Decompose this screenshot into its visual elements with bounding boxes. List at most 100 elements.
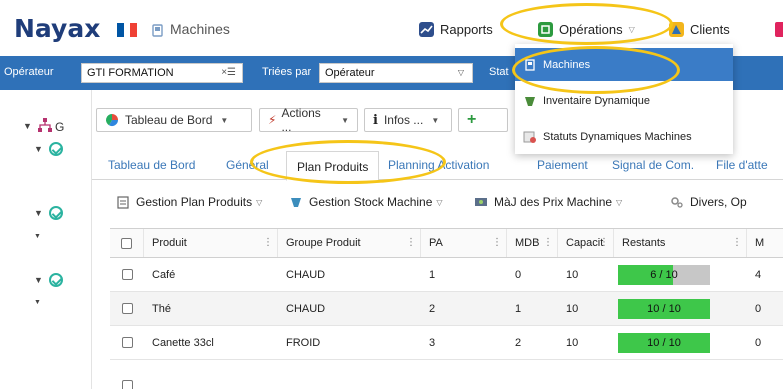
column-header-label: Groupe Produit bbox=[286, 237, 361, 249]
grid-header: Produit ⋮ Groupe Produit ⋮ PA ⋮ MDB ⋮ Capaci… bbox=[110, 229, 783, 258]
statut-label: Stat bbox=[489, 66, 509, 78]
machine-icon bbox=[152, 24, 163, 37]
tree-root-label[interactable]: G bbox=[55, 120, 64, 134]
table-row[interactable]: Thé CHAUD 2 1 10 10 / 10 0 bbox=[110, 292, 783, 326]
tab-paiement[interactable]: Paiement bbox=[537, 158, 588, 172]
gestion-stock-machine-label: Gestion Stock Machine bbox=[309, 195, 433, 209]
tree-node-check-icon[interactable] bbox=[49, 206, 63, 220]
tab-general[interactable]: Général bbox=[226, 158, 269, 172]
cell-m: 0 bbox=[755, 302, 762, 315]
column-menu-icon[interactable]: ⋮ bbox=[543, 237, 553, 248]
divers-menu[interactable]: Divers, Op bbox=[670, 195, 747, 209]
clear-filter-icon[interactable]: ×☰ bbox=[221, 67, 236, 78]
restants-bar: 10 / 10 bbox=[618, 333, 710, 353]
clipboard-icon bbox=[117, 196, 129, 209]
cell-produit: Canette 33cl bbox=[152, 336, 214, 349]
nav-operations[interactable]: Opérations ▽ bbox=[538, 18, 635, 40]
tab-plan-produits[interactable]: Plan Produits bbox=[286, 151, 380, 181]
table-row[interactable]: Café CHAUD 1 0 10 6 / 10 4 bbox=[110, 258, 783, 292]
column-header-pa[interactable]: PA ⋮ bbox=[421, 229, 507, 257]
cell-pa: 3 bbox=[429, 336, 436, 349]
chevron-down-icon: ▽ bbox=[436, 197, 443, 207]
stock-icon bbox=[291, 198, 301, 207]
nav-clients[interactable]: Clients bbox=[669, 18, 730, 40]
operateur-select[interactable]: GTI FORMATION ×☰ bbox=[81, 63, 243, 83]
column-menu-icon[interactable]: ⋮ bbox=[599, 237, 609, 248]
table-row[interactable] bbox=[110, 360, 783, 389]
column-header-m[interactable]: M bbox=[747, 229, 783, 257]
add-button[interactable]: + bbox=[458, 108, 508, 132]
tree-caret-icon[interactable]: ▼ bbox=[23, 121, 32, 131]
tree-caret-icon[interactable]: ▼ bbox=[34, 233, 41, 240]
menu-item-inventaire-dynamique[interactable]: Inventaire Dynamique bbox=[515, 84, 733, 117]
column-header-produit[interactable]: Produit ⋮ bbox=[144, 229, 278, 257]
row-checkbox[interactable] bbox=[121, 380, 133, 389]
restants-bar: 10 / 10 bbox=[618, 299, 710, 319]
triees-par-select[interactable]: Opérateur ▽ bbox=[319, 63, 473, 83]
triees-par-label: Triées par bbox=[262, 66, 312, 78]
maj-prix-machine-label: MàJ des Prix Machine bbox=[494, 195, 613, 209]
tab-file-attente[interactable]: File d'atte bbox=[716, 158, 768, 172]
column-header-capacite[interactable]: Capacit ⋮ bbox=[558, 229, 614, 257]
column-header-mdb[interactable]: MDB ⋮ bbox=[507, 229, 558, 257]
tableau-de-bord-label: Tableau de Bord bbox=[125, 113, 213, 127]
chevron-down-icon: ▽ bbox=[628, 24, 635, 34]
product-grid: Produit ⋮ Groupe Produit ⋮ PA ⋮ MDB ⋮ Capaci… bbox=[110, 228, 783, 389]
nav-overflow-icon[interactable] bbox=[775, 22, 783, 37]
gestion-stock-machine-menu[interactable]: Gestion Stock Machine ▽ bbox=[289, 195, 443, 209]
column-menu-icon[interactable]: ⋮ bbox=[732, 237, 742, 248]
cell-capacite: 10 bbox=[566, 302, 579, 315]
column-header-groupe-produit[interactable]: Groupe Produit ⋮ bbox=[278, 229, 421, 257]
nav-rapports[interactable]: Rapports bbox=[419, 18, 493, 40]
operations-dropdown-menu: Machines Inventaire Dynamique Statuts Dy… bbox=[515, 44, 733, 154]
chevron-down-icon: ▽ bbox=[616, 197, 623, 207]
chevron-down-icon: ▼ bbox=[431, 115, 440, 125]
menu-item-machines[interactable]: Machines bbox=[515, 48, 733, 81]
tree-caret-icon[interactable]: ▼ bbox=[34, 299, 41, 306]
gears-icon bbox=[671, 197, 683, 208]
column-menu-icon[interactable]: ⋮ bbox=[263, 237, 273, 248]
column-menu-icon[interactable]: ⋮ bbox=[406, 237, 416, 248]
price-update-icon bbox=[475, 198, 487, 206]
chevron-down-icon: ▼ bbox=[220, 115, 229, 125]
row-checkbox[interactable] bbox=[121, 269, 133, 280]
actions-label: Actions ... bbox=[281, 106, 321, 134]
row-select-cell bbox=[110, 326, 144, 359]
tableau-de-bord-button[interactable]: Tableau de Bord ▼ bbox=[96, 108, 252, 132]
row-select-cell bbox=[110, 258, 144, 291]
menu-item-label: Statuts Dynamiques Machines bbox=[543, 130, 692, 143]
maj-prix-machine-menu[interactable]: MàJ des Prix Machine ▽ bbox=[474, 195, 622, 209]
operateur-value: GTI FORMATION bbox=[87, 67, 174, 79]
tab-tableau-de-bord[interactable]: Tableau de Bord bbox=[108, 158, 195, 172]
lightning-icon: ⚡ bbox=[268, 113, 277, 127]
chevron-down-icon: ▼ bbox=[341, 115, 349, 125]
tree-node-check-icon[interactable] bbox=[49, 142, 63, 156]
menu-item-label: Inventaire Dynamique bbox=[543, 94, 651, 107]
tree-caret-icon[interactable]: ▼ bbox=[34, 275, 43, 285]
column-menu-icon[interactable]: ⋮ bbox=[492, 237, 502, 248]
table-row[interactable]: Canette 33cl FROID 3 2 10 10 / 10 0 bbox=[110, 326, 783, 360]
row-checkbox[interactable] bbox=[121, 303, 133, 314]
column-header-label: MDB bbox=[515, 237, 540, 249]
cell-groupe: FROID bbox=[286, 336, 321, 349]
status-icon bbox=[523, 131, 536, 143]
tab-planning-activation[interactable]: Planning Activation bbox=[388, 158, 489, 172]
actions-button[interactable]: ⚡ Actions ... ▼ bbox=[259, 106, 358, 134]
row-select-cell bbox=[110, 292, 144, 325]
nayax-logo[interactable]: Nayax bbox=[14, 14, 100, 43]
column-header-label: Capacit bbox=[566, 237, 604, 249]
tab-signal-de-com[interactable]: Signal de Com. bbox=[612, 158, 694, 172]
gestion-plan-produits-menu[interactable]: Gestion Plan Produits ▽ bbox=[116, 195, 262, 209]
tree-node-check-icon[interactable] bbox=[49, 273, 63, 287]
gestion-plan-produits-label: Gestion Plan Produits bbox=[136, 195, 253, 209]
tree-caret-icon[interactable]: ▼ bbox=[34, 144, 43, 154]
menu-item-statuts-dynamiques[interactable]: Statuts Dynamiques Machines bbox=[515, 120, 733, 153]
tree-caret-icon[interactable]: ▼ bbox=[34, 208, 43, 218]
column-header-restants[interactable]: Restants ⋮ bbox=[614, 229, 747, 257]
infos-button[interactable]: i Infos ... ▼ bbox=[364, 108, 452, 132]
select-all-checkbox[interactable] bbox=[121, 237, 132, 249]
hierarchy-icon bbox=[38, 118, 52, 132]
column-header-label: Restants bbox=[622, 237, 666, 249]
operateur-label: Opérateur bbox=[4, 66, 54, 78]
row-checkbox[interactable] bbox=[121, 337, 133, 348]
